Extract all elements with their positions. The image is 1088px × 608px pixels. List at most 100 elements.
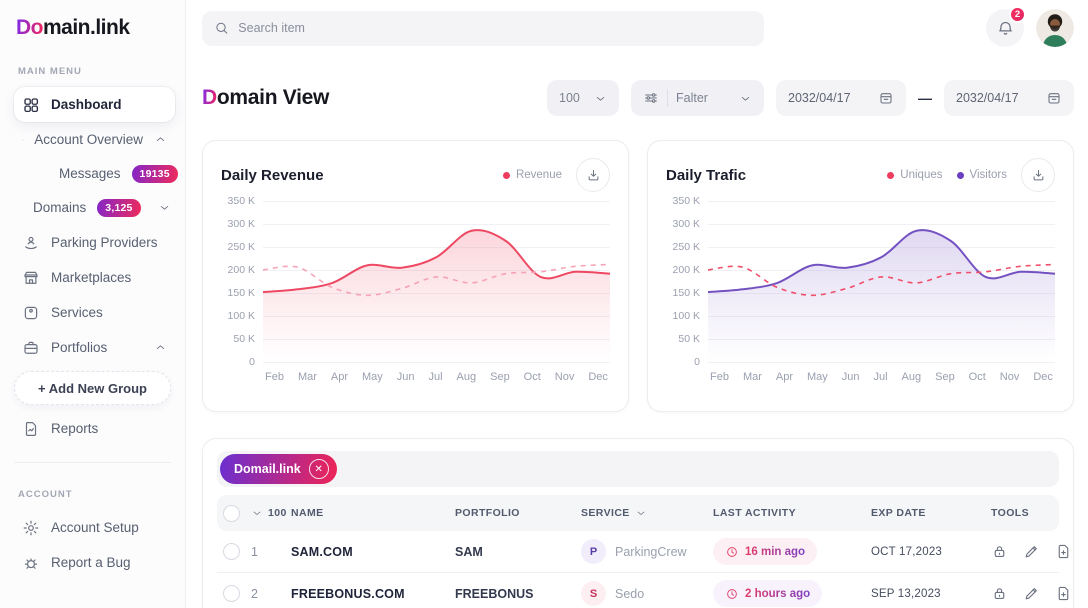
remove-filter-icon[interactable]: ✕ bbox=[309, 459, 329, 479]
edit-icon[interactable] bbox=[1023, 543, 1040, 560]
legend-dot bbox=[503, 172, 510, 179]
filter-select[interactable]: Falter bbox=[631, 80, 764, 116]
chart-title: Daily Trafic bbox=[666, 167, 746, 184]
row-checkbox[interactable] bbox=[223, 543, 240, 560]
y-axis-label: 350 K bbox=[673, 195, 700, 207]
chart-legend: Uniques Visitors bbox=[887, 169, 1007, 181]
service-name: Sedo bbox=[615, 587, 644, 601]
notification-count-badge: 2 bbox=[1009, 6, 1026, 23]
calendar-icon bbox=[878, 90, 894, 106]
sidebar-divider bbox=[14, 462, 171, 463]
row-checkbox[interactable] bbox=[223, 585, 240, 602]
portfolio-name: SAM bbox=[455, 545, 581, 559]
sidebar-item-label: Reports bbox=[51, 421, 167, 436]
filter-divider bbox=[667, 89, 668, 107]
sidebar-item-marketplaces[interactable]: Marketplaces bbox=[14, 260, 175, 295]
download-chart-button[interactable] bbox=[576, 158, 610, 192]
service-initial-badge: P bbox=[581, 539, 606, 564]
column-header-exp-date[interactable]: EXP DATE bbox=[871, 507, 991, 519]
column-header-last-activity[interactable]: LAST ACTIVITY bbox=[713, 507, 871, 519]
file-add-icon[interactable] bbox=[1055, 543, 1072, 560]
x-axis-label: Jun bbox=[397, 371, 415, 383]
sidebar-item-reports[interactable]: Reports bbox=[14, 411, 175, 446]
legend-item[interactable]: Visitors bbox=[957, 169, 1008, 181]
add-new-group-label: + Add New Group bbox=[38, 381, 147, 396]
page-title-initial: D bbox=[202, 86, 217, 109]
chart-plot-area: 350 K300 K250 K200 K150 K100 K50 K0 bbox=[263, 201, 610, 362]
filter-chip-domail-link[interactable]: Domail.link ✕ bbox=[220, 454, 337, 484]
y-axis-label: 350 K bbox=[228, 195, 255, 207]
lock-icon[interactable] bbox=[991, 543, 1008, 560]
search-icon bbox=[214, 20, 229, 36]
last-activity-cell: 2 hours ago bbox=[713, 580, 871, 607]
sidebar-item-domains[interactable]: Domains 3,125 bbox=[14, 190, 175, 225]
date-from-input[interactable]: 2032/04/17 bbox=[776, 80, 906, 116]
sidebar-item-report-bug[interactable]: Report a Bug bbox=[14, 545, 175, 580]
chevron-up-icon[interactable] bbox=[154, 341, 167, 354]
select-all-checkbox[interactable] bbox=[223, 505, 240, 522]
exp-date-value: OCT 17,2023 bbox=[871, 546, 991, 558]
sidebar-item-dashboard[interactable]: Dashboard bbox=[14, 87, 175, 122]
user-avatar[interactable] bbox=[1036, 9, 1074, 47]
date-to-input[interactable]: 2032/04/17 bbox=[944, 80, 1074, 116]
gridline bbox=[263, 362, 610, 363]
table-row[interactable]: 2 FREEBONUS.COM FREEBONUS S Sedo 2 hours… bbox=[217, 573, 1059, 608]
chevron-down-icon bbox=[635, 507, 647, 519]
notifications-button[interactable]: 2 bbox=[986, 9, 1024, 47]
service-cell: P ParkingCrew bbox=[581, 539, 713, 564]
calendar-icon bbox=[1046, 90, 1062, 106]
select-count-value: 100 bbox=[268, 507, 287, 519]
download-chart-button[interactable] bbox=[1021, 158, 1055, 192]
chevron-down-icon[interactable] bbox=[158, 201, 171, 214]
domain-name: FREEBONUS.COM bbox=[291, 587, 455, 601]
sidebar-item-portfolios[interactable]: Portfolios bbox=[14, 330, 175, 365]
legend-item[interactable]: Revenue bbox=[503, 169, 562, 181]
services-icon bbox=[22, 304, 40, 322]
sidebar-item-label: Marketplaces bbox=[51, 270, 167, 285]
sidebar-item-parking-providers[interactable]: Parking Providers bbox=[14, 225, 175, 260]
y-axis-label: 150 K bbox=[228, 287, 255, 299]
chevron-up-icon[interactable] bbox=[154, 133, 167, 146]
daily-trafic-chart-card: Daily Trafic UniquesVisitors 350 K300 K2… bbox=[647, 140, 1074, 412]
row-tools bbox=[991, 543, 1088, 560]
legend-dot bbox=[887, 172, 894, 179]
y-axis-label: 100 K bbox=[228, 310, 255, 322]
logo-rest: main.link bbox=[43, 16, 130, 39]
column-header-portfolio[interactable]: PORTFOLIO bbox=[455, 507, 581, 519]
x-axis-label: Feb bbox=[265, 371, 284, 383]
lock-icon[interactable] bbox=[991, 585, 1008, 602]
last-activity-value: 16 min ago bbox=[745, 546, 805, 558]
file-add-icon[interactable] bbox=[1055, 585, 1072, 602]
last-activity-cell: 16 min ago bbox=[713, 538, 871, 565]
x-axis-label: Feb bbox=[710, 371, 729, 383]
sidebar-item-services[interactable]: Services bbox=[14, 295, 175, 330]
column-header-service[interactable]: SERVICE bbox=[581, 507, 713, 519]
x-axis-label: Oct bbox=[524, 371, 541, 383]
messages-count-badge: 19135 bbox=[132, 165, 178, 183]
page-size-select[interactable]: 100 bbox=[547, 80, 619, 116]
legend-label: Uniques bbox=[900, 169, 942, 181]
sidebar-item-account-overview[interactable]: Account Overview bbox=[14, 122, 175, 157]
sidebar-item-label: Account Setup bbox=[51, 520, 167, 535]
table-row[interactable]: 1 SAM.COM SAM P ParkingCrew 16 min ago O… bbox=[217, 531, 1059, 573]
sidebar-item-messages[interactable]: Messages 19135 bbox=[40, 157, 175, 190]
x-axis-label: Aug bbox=[902, 371, 922, 383]
table-header-select-count[interactable]: 100 bbox=[251, 507, 291, 519]
y-axis-label: 300 K bbox=[673, 218, 700, 230]
area-fill bbox=[708, 230, 1055, 362]
area-fill bbox=[263, 230, 610, 362]
sidebar-item-account-setup[interactable]: Account Setup bbox=[14, 510, 175, 545]
search-input[interactable] bbox=[238, 21, 752, 35]
legend-item[interactable]: Uniques bbox=[887, 169, 942, 181]
y-axis-label: 250 K bbox=[228, 241, 255, 253]
edit-icon[interactable] bbox=[1023, 585, 1040, 602]
portfolio-name: FREEBONUS bbox=[455, 587, 581, 601]
search-bar[interactable] bbox=[202, 11, 764, 46]
y-axis-label: 200 K bbox=[228, 264, 255, 276]
x-axis-label: Aug bbox=[457, 371, 477, 383]
domains-count-badge: 3,125 bbox=[97, 199, 140, 217]
app-logo: Domain.link bbox=[16, 16, 175, 40]
column-header-name[interactable]: NAME bbox=[291, 507, 455, 519]
add-new-group-button[interactable]: + Add New Group bbox=[14, 371, 171, 405]
x-axis-label: Dec bbox=[588, 371, 608, 383]
